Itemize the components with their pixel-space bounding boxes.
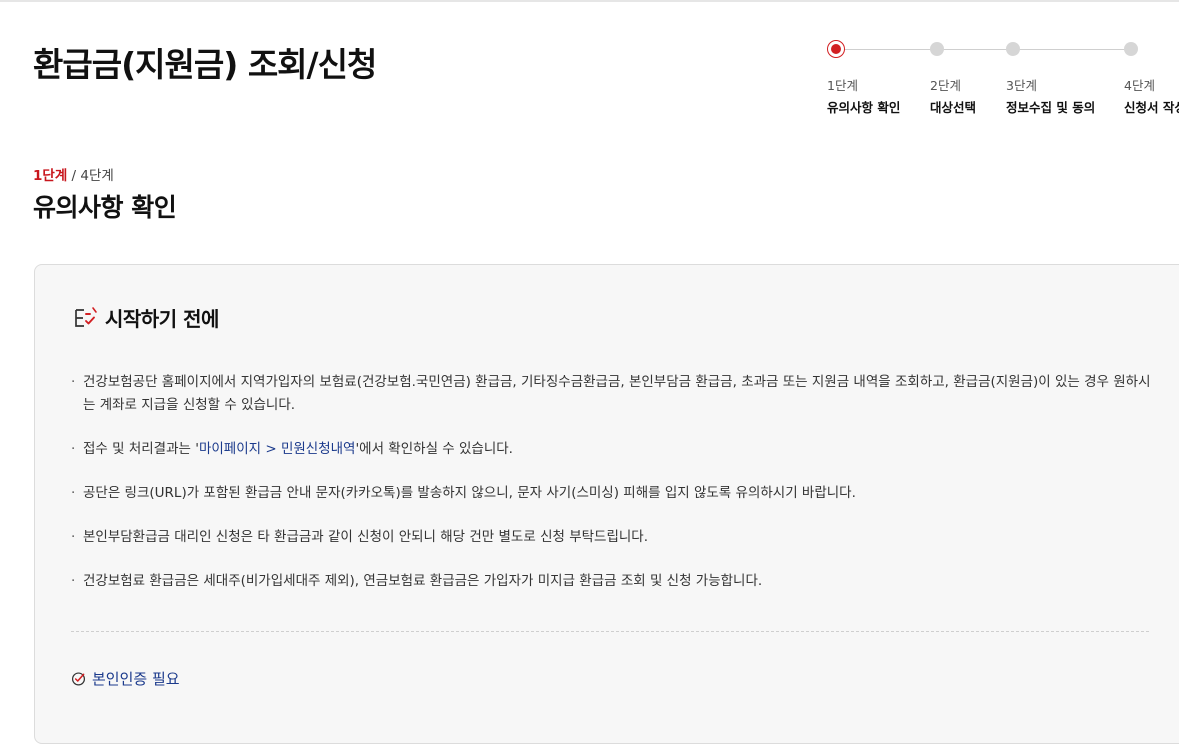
stepper-track [836, 49, 1131, 50]
notice-item: 접수 및 처리결과는 '마이페이지 > 민원신청내역'에서 확인하실 수 있습니… [71, 438, 1161, 461]
dashed-divider [71, 631, 1149, 632]
notice-header: 시작하기 전에 [73, 303, 219, 332]
step-name: 신청서 작성 [1124, 100, 1179, 115]
section-title: 유의사항 확인 [33, 193, 177, 222]
step-active-dot [827, 40, 845, 58]
step-dot [1006, 42, 1020, 56]
notice-item: 건강보험공단 홈페이지에서 지역가입자의 보험료(건강보험.국민연금) 환급금,… [71, 371, 1161, 417]
total-steps: 4단계 [80, 168, 114, 184]
notice-text: '에서 확인하실 수 있습니다. [355, 441, 513, 457]
step-dot [930, 42, 944, 56]
notice-item: 건강보험료 환급금은 세대주(비가입세대주 제외), 연금보험료 환급금은 가입… [71, 570, 1161, 593]
step-number: 1단계 [827, 78, 858, 93]
identity-verification-required: 본인인증 필요 [71, 668, 180, 689]
step-name: 정보수집 및 동의 [1006, 100, 1096, 115]
current-step: 1단계 [33, 168, 68, 184]
notice-item: 공단은 링크(URL)가 포함된 환급금 안내 문자(카카오톡)를 발송하지 않… [71, 482, 1161, 505]
notice-title: 시작하기 전에 [105, 307, 219, 331]
mypage-link[interactable]: 마이페이지 > 민원신청내역 [199, 441, 356, 457]
notice-text: 접수 및 처리결과는 ' [83, 441, 199, 457]
step-dot [1124, 42, 1138, 56]
page-title: 환급금(지원금) 조회/신청 [33, 45, 377, 84]
verify-label: 본인인증 필요 [92, 670, 180, 688]
step-number: 3단계 [1006, 78, 1037, 93]
notice-item: 본인부담환급금 대리인 신청은 타 환급금과 같이 신청이 안되니 해당 건만 … [71, 526, 1161, 549]
progress-stepper: 1단계 유의사항 확인 2단계 대상선택 3단계 정보수집 및 동의 4단계 신… [820, 36, 1179, 126]
notice-box: 시작하기 전에 건강보험공단 홈페이지에서 지역가입자의 보험료(건강보험.국민… [34, 264, 1179, 744]
step-number: 2단계 [930, 78, 961, 93]
checklist-icon [75, 306, 97, 327]
step-name: 대상선택 [930, 100, 977, 115]
top-border [0, 0, 1179, 2]
notice-list: 건강보험공단 홈페이지에서 지역가입자의 보험료(건강보험.국민연금) 환급금,… [71, 371, 1161, 614]
check-circle-icon [71, 672, 86, 686]
step-name: 유의사항 확인 [827, 100, 901, 115]
step-separator: / [71, 168, 77, 184]
step-indicator: 1단계 / 4단계 [33, 164, 114, 184]
step-number: 4단계 [1124, 78, 1155, 93]
